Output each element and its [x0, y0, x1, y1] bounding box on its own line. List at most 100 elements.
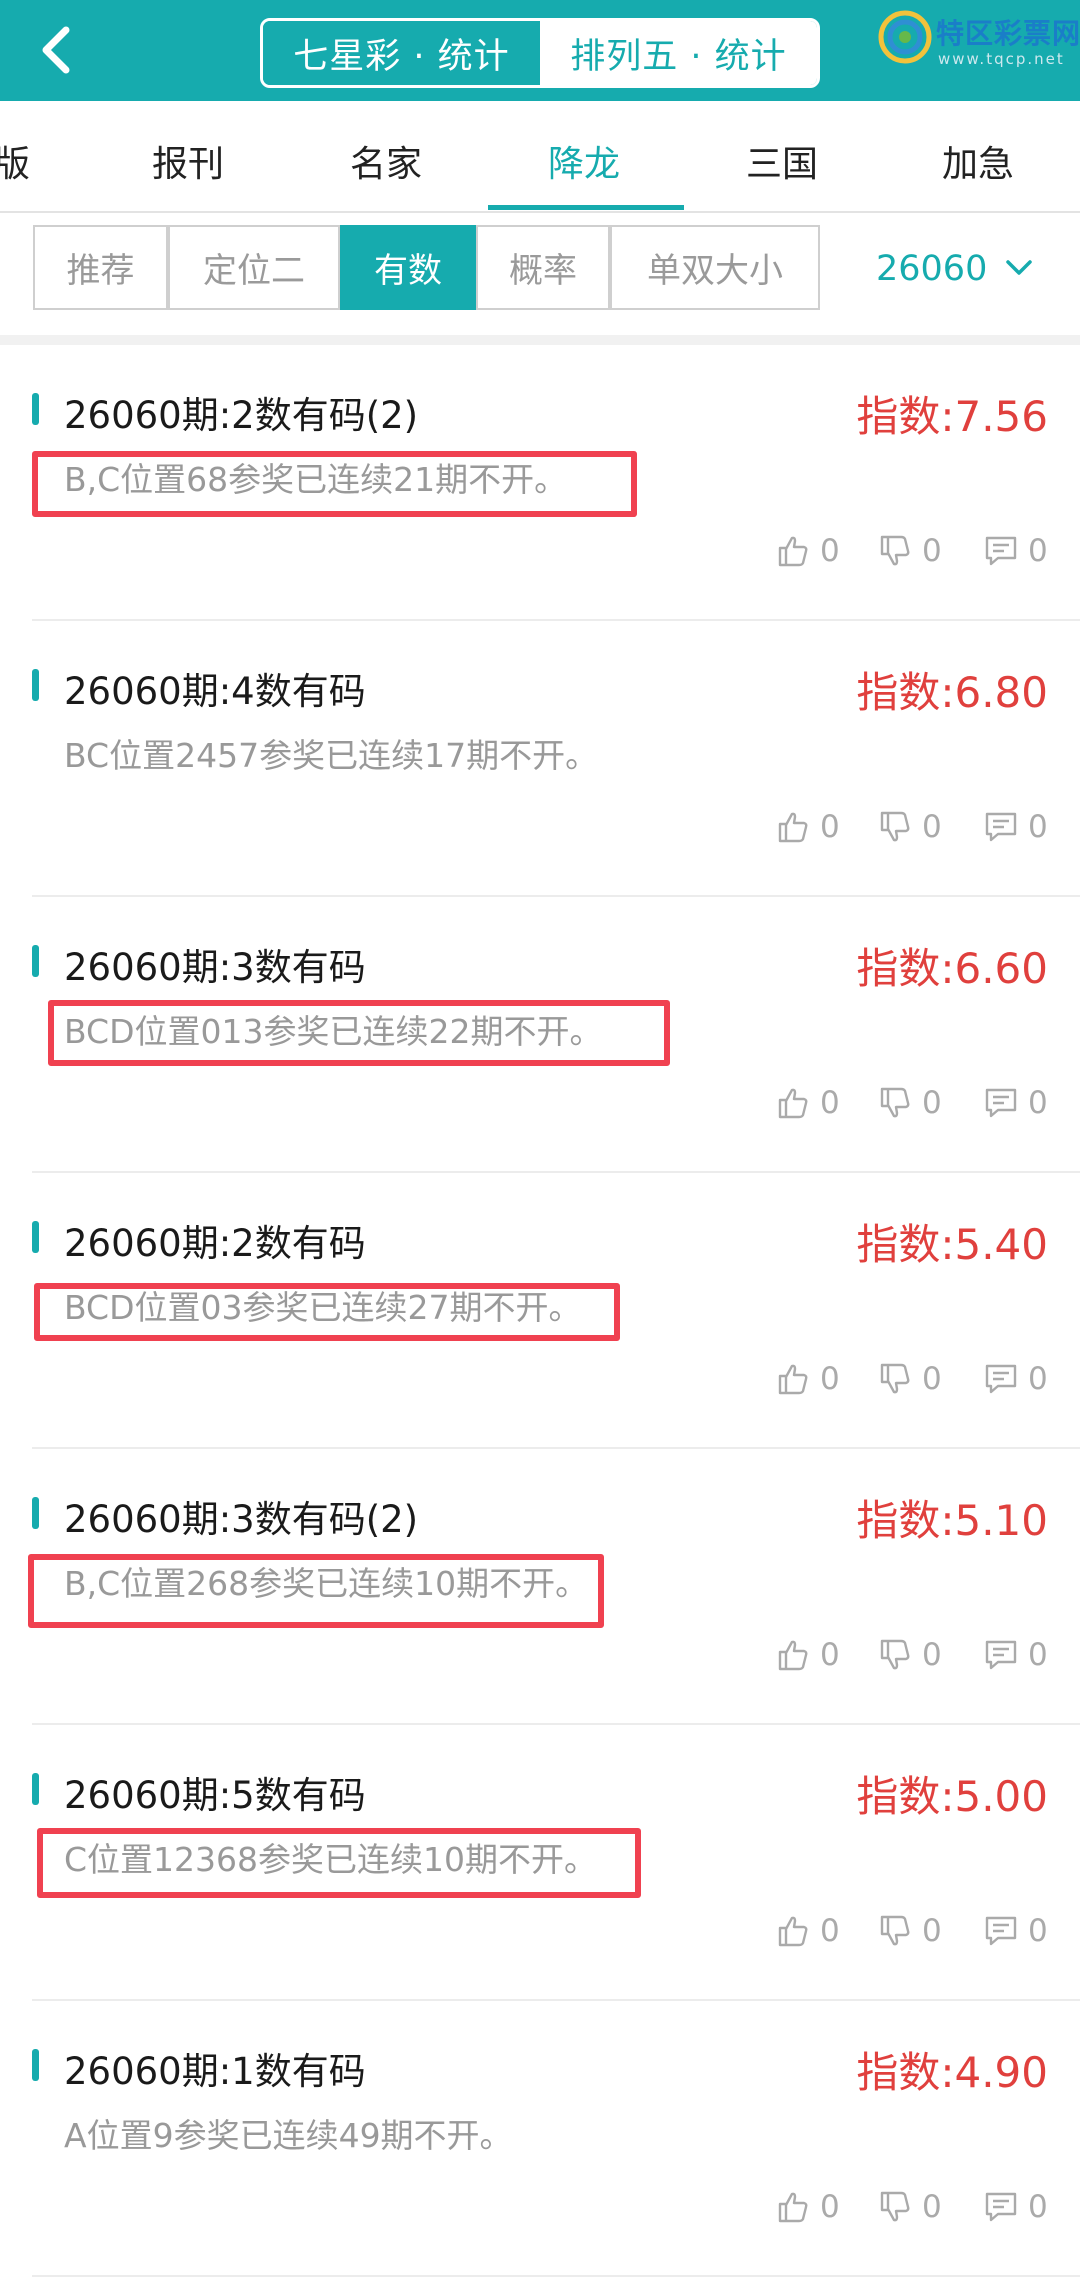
item-accent-bar: [32, 1773, 39, 1805]
like-button[interactable]: 0: [776, 1637, 840, 1673]
comment-icon: [985, 812, 1017, 842]
item-actions: 0 0 0: [0, 2189, 1080, 2233]
top-app-bar: 七星彩 · 统计 排列五 · 统计 特区彩票网 www.tqcp.net: [0, 0, 1080, 101]
tab-mingjia[interactable]: 名家: [350, 135, 422, 187]
highlight-box: [34, 1283, 620, 1341]
active-tab-indicator: [488, 205, 684, 210]
list-item[interactable]: 26060期:3数有码 指数:6.60 BCD位置013参奖已连续22期不开。 …: [0, 897, 1080, 1173]
like-count: 0: [820, 1085, 840, 1121]
thumbs-up-icon: [778, 2192, 808, 2223]
item-index-score: 指数:5.10: [856, 1496, 1048, 1545]
issue-selector[interactable]: 26060: [876, 249, 987, 289]
item-title: 26060期:2数有码: [64, 1222, 366, 1265]
dislike-count: 0: [922, 1637, 942, 1673]
dislike-button[interactable]: 0: [878, 533, 942, 569]
filter-danshuang-daxiao[interactable]: 单双大小: [610, 225, 820, 310]
comment-button[interactable]: 0: [984, 2189, 1048, 2225]
item-title: 26060期:3数有码: [64, 946, 366, 989]
swirl-logo-icon: [878, 10, 932, 64]
like-button[interactable]: 0: [776, 1085, 840, 1121]
item-accent-bar: [32, 1221, 39, 1253]
comment-button[interactable]: 0: [984, 809, 1048, 845]
like-button[interactable]: 0: [776, 809, 840, 845]
list-item[interactable]: 26060期:4数有码 指数:6.80 BC位置2457参奖已连续17期不开。 …: [0, 621, 1080, 897]
comment-count: 0: [1028, 1361, 1048, 1397]
dislike-count: 0: [922, 1085, 942, 1121]
thumbs-up-icon: [778, 536, 808, 567]
dislike-button[interactable]: 0: [878, 2189, 942, 2225]
tab-jiaji[interactable]: 加急: [942, 135, 1014, 187]
filter-youshu[interactable]: 有数: [340, 225, 476, 310]
tab-jianglong[interactable]: 降龙: [548, 135, 620, 187]
tab-baokan[interactable]: 报刊: [152, 135, 224, 187]
like-count: 0: [820, 1637, 840, 1673]
item-accent-bar: [32, 1497, 39, 1529]
thumbs-up-icon: [778, 1916, 808, 1947]
thumbs-down-icon: [880, 1363, 910, 1394]
dislike-button[interactable]: 0: [878, 809, 942, 845]
thumbs-up-icon: [778, 1640, 808, 1671]
tab-ban[interactable]: 版: [0, 135, 30, 187]
list-item[interactable]: 26060期:2数有码 指数:5.40 BCD位置03参奖已连续27期不开。 0…: [0, 1173, 1080, 1449]
comment-button[interactable]: 0: [984, 1637, 1048, 1673]
comment-count: 0: [1028, 1637, 1048, 1673]
thumbs-down-icon: [880, 1087, 910, 1118]
comment-count: 0: [1028, 1085, 1048, 1121]
dislike-count: 0: [922, 809, 942, 845]
chevron-down-icon[interactable]: [1005, 257, 1033, 279]
dislike-button[interactable]: 0: [878, 1637, 942, 1673]
thumbs-down-icon: [880, 1915, 910, 1946]
dislike-count: 0: [922, 1913, 942, 1949]
like-button[interactable]: 0: [776, 1913, 840, 1949]
comment-button[interactable]: 0: [984, 533, 1048, 569]
back-button[interactable]: [28, 20, 88, 80]
list-item[interactable]: 26060期:1数有码 指数:4.90 A位置9参奖已连续49期不开。 0 0 …: [0, 2001, 1080, 2277]
comment-icon: [985, 1364, 1017, 1394]
item-index-score: 指数:4.90: [856, 2048, 1048, 2097]
item-title: 26060期:1数有码: [64, 2050, 366, 2093]
item-index-score: 指数:5.40: [856, 1220, 1048, 1269]
item-description: A位置9参奖已连续49期不开。: [64, 2116, 513, 2155]
item-accent-bar: [32, 2049, 39, 2081]
thumbs-down-icon: [880, 535, 910, 566]
thumbs-down-icon: [880, 811, 910, 842]
filter-tuijian[interactable]: 推荐: [33, 225, 168, 310]
comment-button[interactable]: 0: [984, 1085, 1048, 1121]
item-actions: 0 0 0: [0, 533, 1080, 577]
item-actions: 0 0 0: [0, 809, 1080, 853]
tab-sanguo[interactable]: 三国: [746, 135, 818, 187]
item-title: 26060期:2数有码(2): [64, 394, 419, 437]
list-item[interactable]: 26060期:3数有码(2) 指数:5.10 B,C位置268参奖已连续10期不…: [0, 1449, 1080, 1725]
dislike-count: 0: [922, 1361, 942, 1397]
item-description: BC位置2457参奖已连续17期不开。: [64, 736, 599, 775]
filter-gailv[interactable]: 概率: [476, 225, 610, 310]
like-count: 0: [820, 1361, 840, 1397]
comment-icon: [985, 2192, 1017, 2222]
item-actions: 0 0 0: [0, 1637, 1080, 1681]
thumbs-up-icon: [778, 1088, 808, 1119]
like-button[interactable]: 0: [776, 2189, 840, 2225]
list-item[interactable]: 26060期:5数有码 指数:5.00 C位置12368参奖已连续10期不开。 …: [0, 1725, 1080, 2001]
like-count: 0: [820, 809, 840, 845]
site-watermark: 特区彩票网 www.tqcp.net: [878, 10, 1080, 70]
thumbs-down-icon: [880, 2191, 910, 2222]
item-index-score: 指数:5.00: [856, 1772, 1048, 1821]
highlight-box: [28, 1554, 604, 1628]
like-button[interactable]: 0: [776, 1361, 840, 1397]
comment-button[interactable]: 0: [984, 1913, 1048, 1949]
item-accent-bar: [32, 669, 39, 701]
item-index-score: 指数:7.56: [856, 392, 1048, 441]
item-actions: 0 0 0: [0, 1913, 1080, 1957]
list-item[interactable]: 26060期:2数有码(2) 指数:7.56 B,C位置68参奖已连续21期不开…: [0, 345, 1080, 621]
comment-button[interactable]: 0: [984, 1361, 1048, 1397]
segment-pailiewu-stats[interactable]: 排列五 · 统计: [540, 21, 817, 85]
item-index-score: 指数:6.60: [856, 944, 1048, 993]
watermark-url: www.tqcp.net: [938, 50, 1065, 68]
like-button[interactable]: 0: [776, 533, 840, 569]
dislike-button[interactable]: 0: [878, 1085, 942, 1121]
highlight-box: [37, 1828, 641, 1898]
segment-qixingcai-stats[interactable]: 七星彩 · 统计: [263, 21, 540, 85]
dislike-button[interactable]: 0: [878, 1361, 942, 1397]
filter-dingwei-er[interactable]: 定位二: [168, 225, 340, 310]
dislike-button[interactable]: 0: [878, 1913, 942, 1949]
